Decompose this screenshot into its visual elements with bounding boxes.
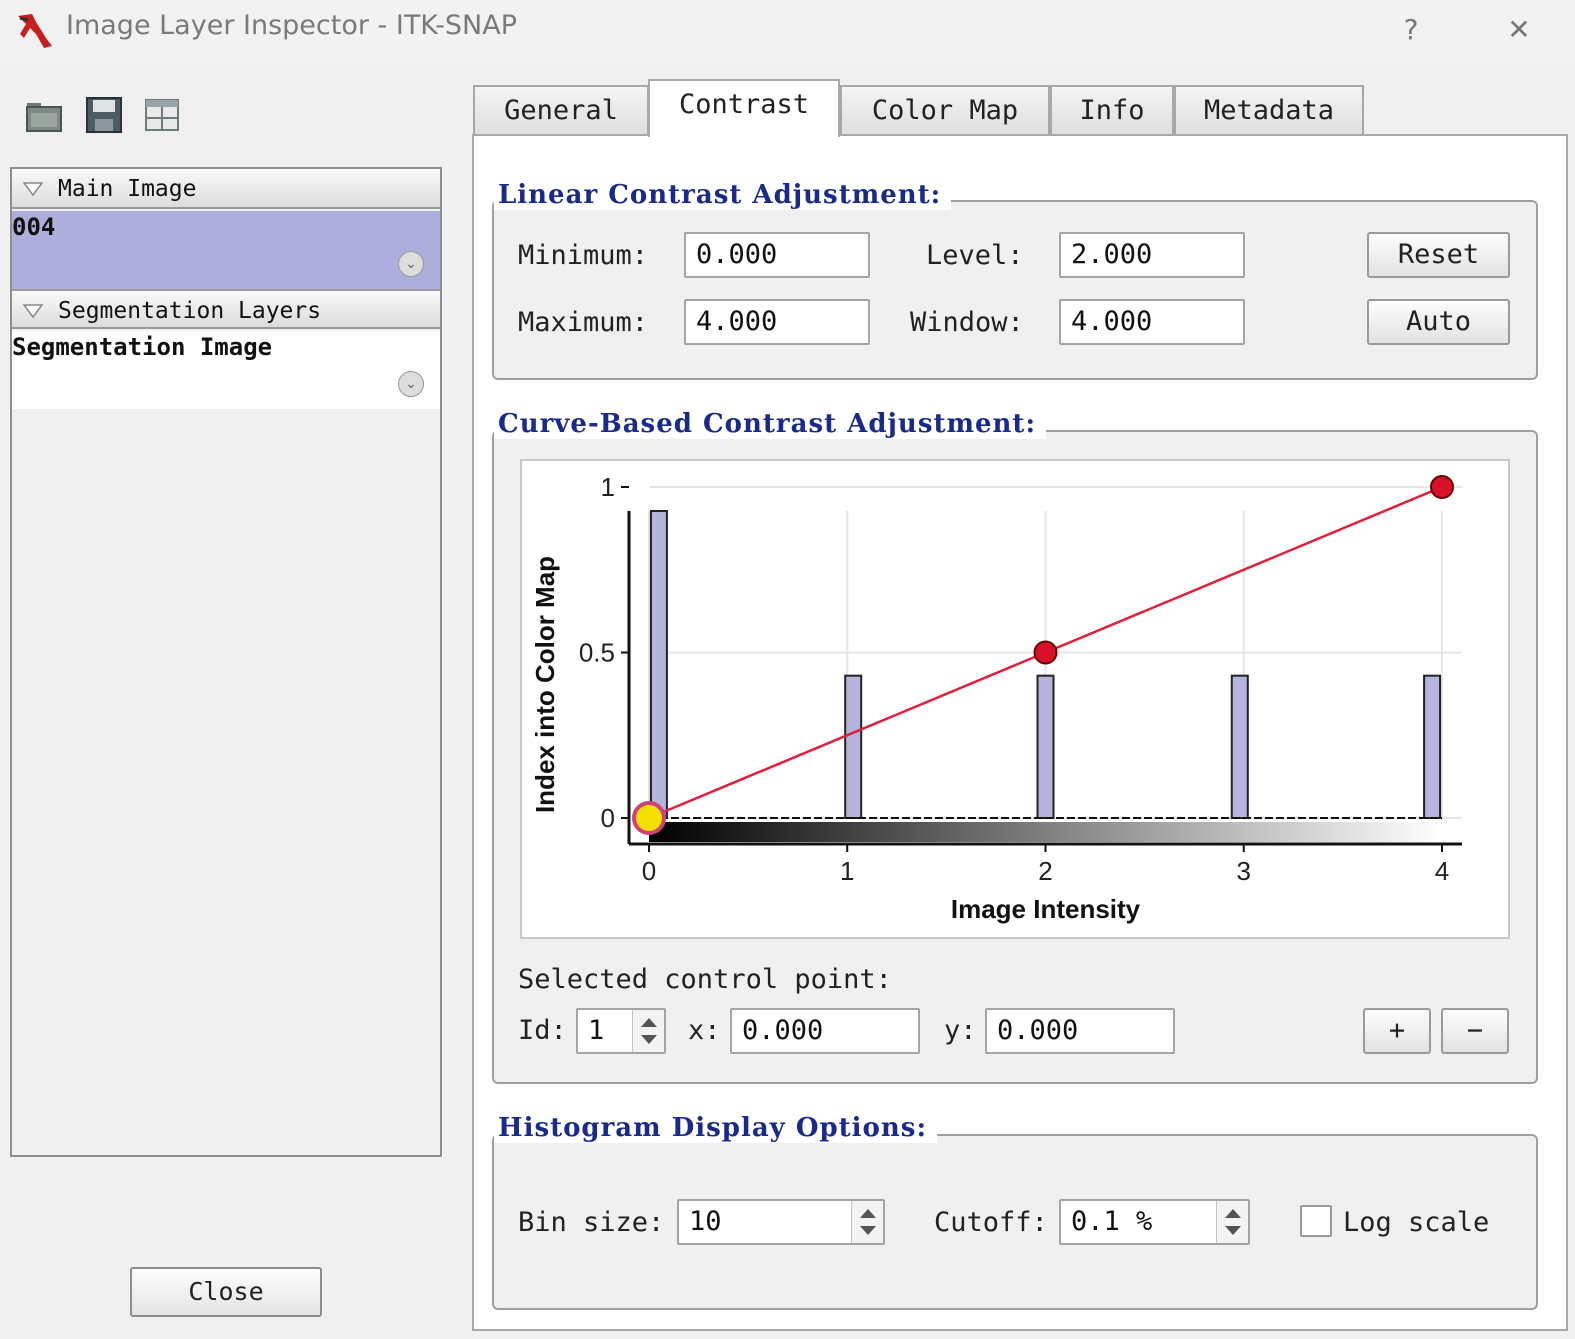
tab-metadata[interactable]: Metadata bbox=[1174, 85, 1364, 135]
main-image-group-label: Main Image bbox=[58, 176, 197, 202]
log-scale-checkbox[interactable] bbox=[1300, 1205, 1332, 1237]
linear-contrast-group bbox=[492, 200, 1538, 380]
linear-contrast-title: Linear Contrast Adjustment: bbox=[494, 180, 952, 210]
histogram-bar bbox=[1036, 674, 1055, 819]
layer-context-menu-icon[interactable]: ⌄ bbox=[398, 251, 424, 277]
reset-button[interactable]: Reset bbox=[1367, 232, 1510, 278]
curve-contrast-title: Curve-Based Contrast Adjustment: bbox=[494, 409, 1047, 439]
collapse-triangle-icon bbox=[22, 182, 44, 197]
cutoff-label: Cutoff: bbox=[934, 1207, 1048, 1238]
itk-snap-logo-icon bbox=[18, 14, 52, 48]
x-input[interactable]: 0.000 bbox=[730, 1008, 920, 1054]
control-point[interactable] bbox=[1033, 640, 1058, 665]
y-tick-label: 0 bbox=[601, 803, 615, 833]
window-close-button[interactable]: ✕ bbox=[1496, 6, 1542, 52]
help-button[interactable]: ? bbox=[1388, 6, 1434, 52]
segmentation-layer-row[interactable]: Segmentation Image ⌄ bbox=[12, 331, 440, 409]
selected-control-point[interactable] bbox=[632, 801, 666, 835]
x-label: x: bbox=[688, 1015, 721, 1046]
auto-button[interactable]: Auto bbox=[1367, 299, 1510, 345]
y-tick-label: 0.5 bbox=[579, 638, 615, 668]
layer-context-menu-icon[interactable]: ⌄ bbox=[398, 371, 424, 397]
main-image-group-header[interactable]: Main Image bbox=[12, 169, 440, 209]
x-tick-label: 1 bbox=[840, 856, 854, 886]
bin-size-label: Bin size: bbox=[518, 1207, 665, 1238]
tab-color-map[interactable]: Color Map bbox=[840, 85, 1050, 135]
add-control-point-button[interactable]: + bbox=[1363, 1008, 1431, 1054]
main-image-layer-name: 004 bbox=[12, 213, 56, 241]
id-value: 1 bbox=[588, 1015, 605, 1046]
minimum-input[interactable]: 0.000 bbox=[684, 232, 870, 278]
layer-list-panel: Main Image 004 ⌄ Segmentation Layers Seg… bbox=[10, 167, 442, 1157]
window-title: Image Layer Inspector - ITK-SNAP bbox=[66, 10, 518, 41]
histogram-bar bbox=[1423, 674, 1442, 819]
tab-general[interactable]: General bbox=[473, 85, 649, 135]
contrast-curve-chart-frame: 0 1 2 3 4 0 0.5 1 Image Intensity Index into Colo… bbox=[520, 459, 1510, 939]
x-tick-label: 3 bbox=[1237, 856, 1251, 886]
contrast-curve-chart[interactable]: 0 1 2 3 4 0 0.5 1 Image Intensity Index into Colo… bbox=[522, 461, 1508, 937]
bin-size-spinbox[interactable]: 10 bbox=[677, 1199, 885, 1245]
remove-control-point-button[interactable]: − bbox=[1441, 1008, 1509, 1054]
log-scale-label: Log scale bbox=[1343, 1207, 1490, 1238]
x-tick-label: 0 bbox=[642, 856, 656, 886]
maximum-label: Maximum: bbox=[518, 307, 649, 338]
segmentation-layer-name: Segmentation Image bbox=[12, 333, 273, 361]
level-label: Level: bbox=[926, 240, 1024, 271]
x-axis-label: Image Intensity bbox=[951, 894, 1141, 924]
save-disk-icon[interactable] bbox=[84, 95, 124, 135]
bin-size-value: 10 bbox=[689, 1206, 722, 1237]
id-spin-arrows[interactable] bbox=[632, 1010, 664, 1052]
cutoff-spin-arrows[interactable] bbox=[1216, 1201, 1248, 1243]
x-tick-label: 4 bbox=[1435, 856, 1449, 886]
tab-contrast[interactable]: Contrast bbox=[648, 79, 840, 137]
bin-size-spin-arrows[interactable] bbox=[851, 1201, 883, 1243]
open-folder-icon[interactable] bbox=[24, 95, 64, 135]
y-label: y: bbox=[944, 1015, 977, 1046]
control-point[interactable] bbox=[1430, 475, 1454, 499]
y-input[interactable]: 0.000 bbox=[985, 1008, 1175, 1054]
id-spinbox[interactable]: 1 bbox=[576, 1008, 666, 1054]
cutoff-spinbox[interactable]: 0.1 % bbox=[1059, 1199, 1250, 1245]
collapse-triangle-icon bbox=[22, 304, 44, 319]
window-label: Window: bbox=[910, 307, 1024, 338]
y-tick-label: 1 bbox=[601, 472, 615, 502]
histogram-options-title: Histogram Display Options: bbox=[494, 1113, 938, 1143]
title-bar: Image Layer Inspector - ITK-SNAP ? ✕ bbox=[0, 0, 1575, 62]
level-input[interactable]: 2.000 bbox=[1059, 232, 1245, 278]
intensity-gray-ramp bbox=[649, 822, 1442, 842]
maximum-input[interactable]: 4.000 bbox=[684, 299, 870, 345]
y-axis-label: Index into Color Map bbox=[530, 556, 560, 813]
segmentation-group-label: Segmentation Layers bbox=[58, 298, 322, 324]
x-tick-label: 2 bbox=[1038, 856, 1052, 886]
histogram-bar bbox=[649, 510, 668, 819]
histogram-bar bbox=[1230, 674, 1249, 819]
main-image-layer-row[interactable]: 004 ⌄ bbox=[12, 211, 440, 289]
id-label: Id: bbox=[518, 1015, 567, 1046]
layout-grid-icon[interactable] bbox=[142, 95, 182, 135]
window-input[interactable]: 4.000 bbox=[1059, 299, 1245, 345]
minimum-label: Minimum: bbox=[518, 240, 649, 271]
selected-control-point-label: Selected control point: bbox=[518, 964, 892, 995]
segmentation-group-header[interactable]: Segmentation Layers bbox=[12, 289, 440, 329]
close-button[interactable]: Close bbox=[130, 1267, 322, 1317]
tab-info[interactable]: Info bbox=[1050, 85, 1174, 135]
histogram-bar bbox=[844, 674, 863, 819]
cutoff-value: 0.1 % bbox=[1071, 1206, 1153, 1237]
